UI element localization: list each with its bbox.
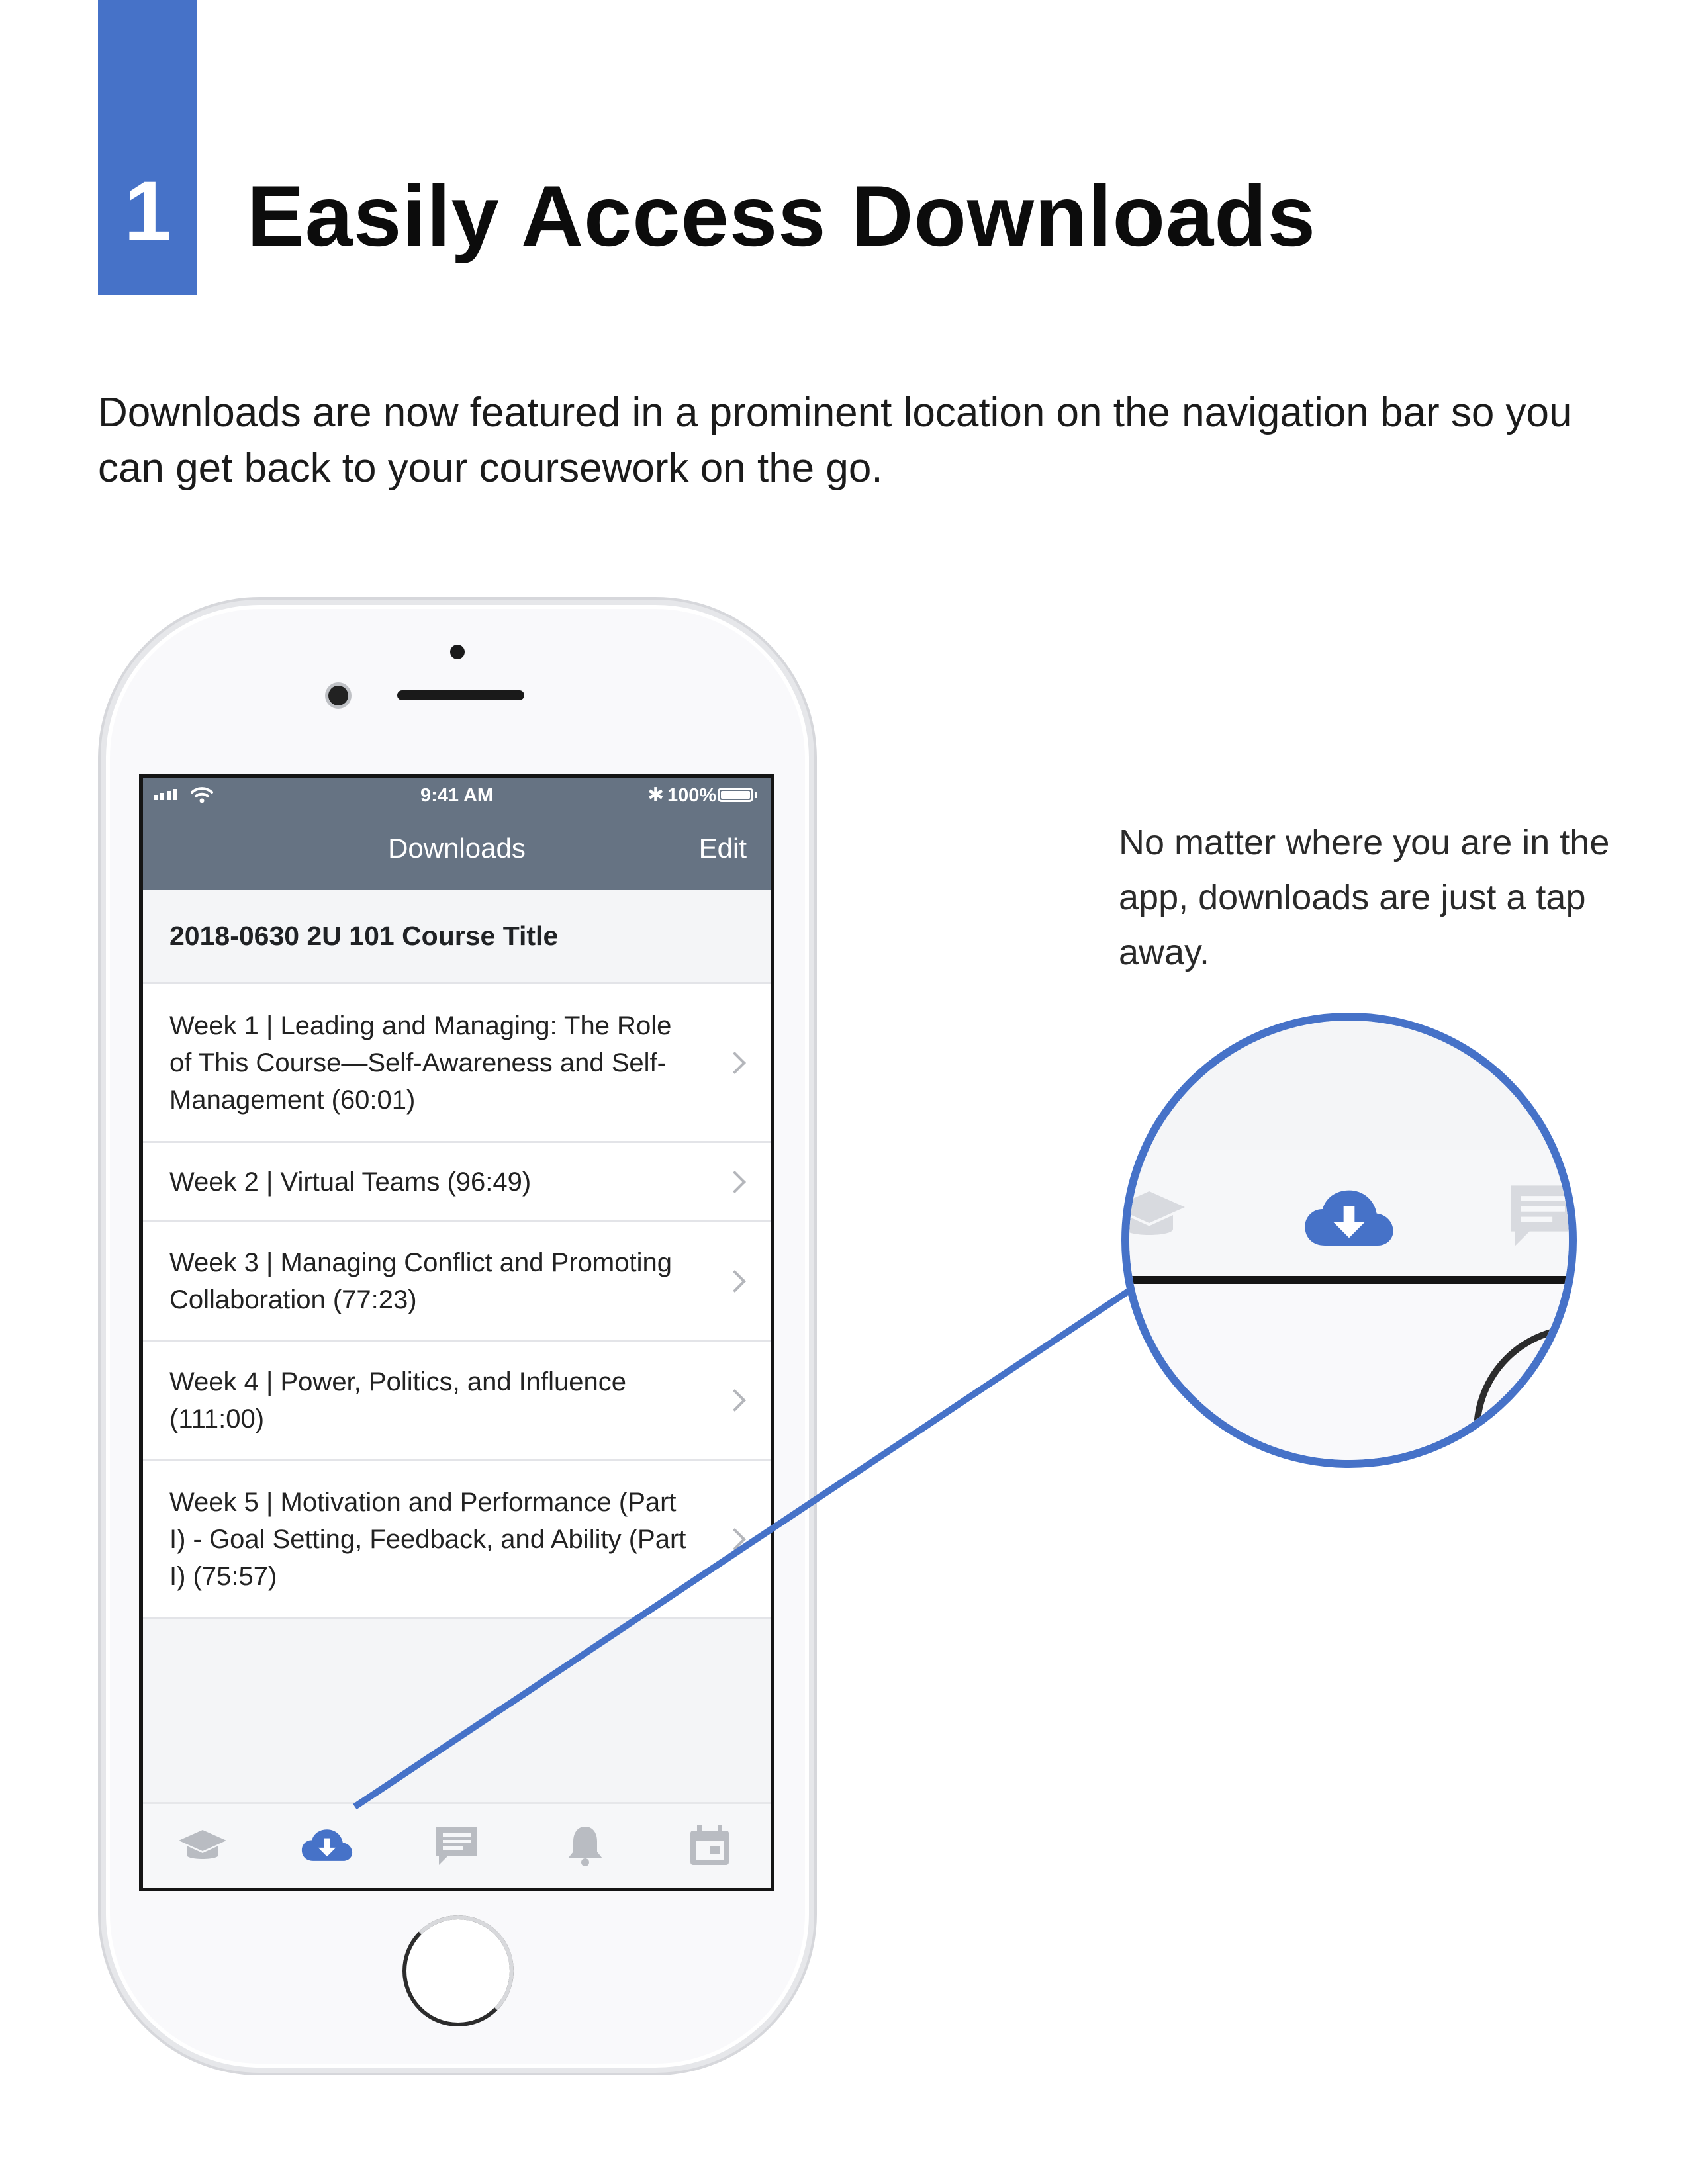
zoom-magnifier <box>1121 1013 1577 1468</box>
cloud-download-icon <box>1305 1190 1393 1246</box>
graduation-cap-icon <box>1129 1191 1185 1235</box>
zoom-screen-area <box>1129 1021 1569 1152</box>
chat-icon <box>1511 1185 1569 1246</box>
zoom-screen-edge <box>1129 1276 1569 1284</box>
